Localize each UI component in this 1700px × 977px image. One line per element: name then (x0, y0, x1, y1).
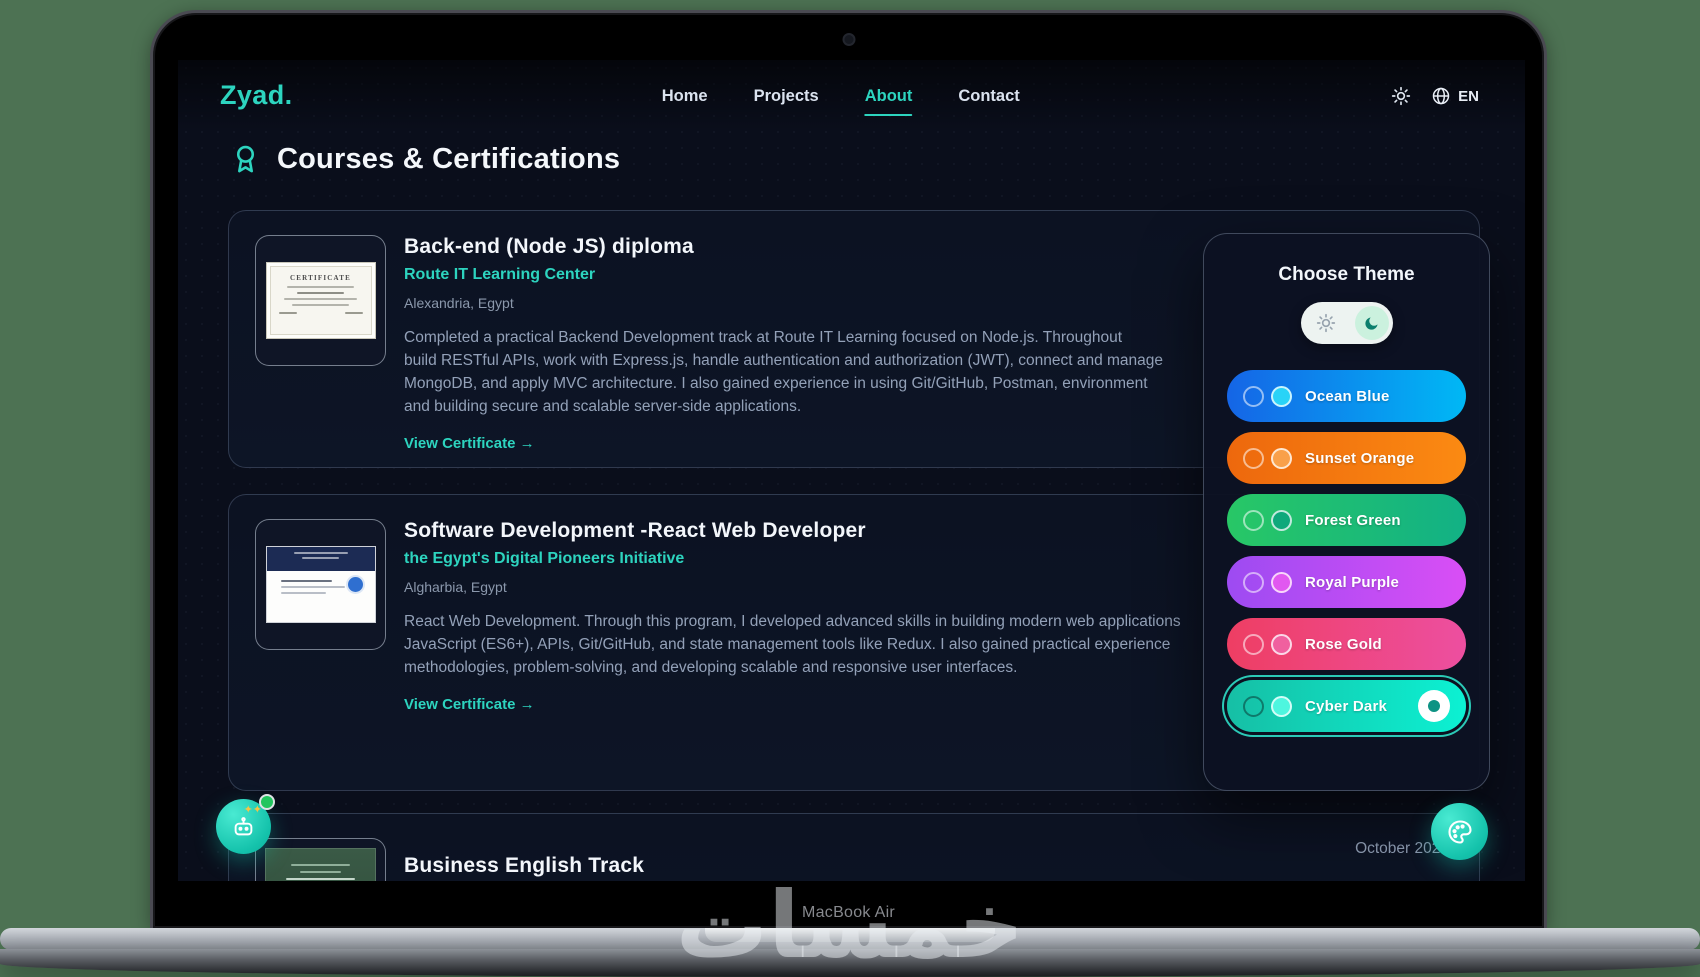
navbar: Zyad. Home Projects About Contact EN (178, 60, 1525, 132)
certificate-image: CERTIFICATE (265, 262, 376, 339)
certificate-thumbnail[interactable] (255, 519, 386, 650)
online-status-dot (259, 794, 275, 810)
theme-option-ocean-blue[interactable]: Ocean Blue (1227, 370, 1466, 422)
nav-link-projects[interactable]: Projects (754, 87, 819, 106)
nav-link-home[interactable]: Home (662, 87, 708, 106)
swatch-outline (1243, 633, 1264, 655)
robot-icon (234, 817, 253, 836)
theme-option-royal-purple[interactable]: Royal Purple (1227, 556, 1466, 608)
swatch-fill (1271, 633, 1292, 655)
swatch-fill (1271, 571, 1292, 593)
nav-links: Home Projects About Contact (662, 60, 1020, 132)
device-label: MacBook Air (801, 904, 896, 921)
certificate-image (265, 546, 376, 623)
theme-panel-title: Choose Theme (1278, 264, 1415, 285)
view-certificate-link[interactable]: View Certificate → (404, 696, 535, 713)
certificate-image (265, 848, 376, 881)
award-ribbon-icon (236, 145, 255, 173)
swatch-outline (1243, 385, 1264, 407)
palette-icon (1448, 819, 1472, 844)
certificate-thumbnail[interactable] (255, 838, 386, 881)
sparkle-icon: ✦✦ (243, 804, 262, 816)
language-label: EN (1458, 87, 1479, 105)
swatch-outline (1243, 571, 1264, 593)
course-title: Business English Track (404, 854, 645, 877)
theme-option-cyber-dark[interactable]: Cyber Dark (1227, 680, 1466, 732)
swatch-outline (1243, 447, 1264, 469)
swatch-fill (1271, 509, 1292, 531)
view-certificate-link[interactable]: View Certificate → (404, 435, 535, 452)
nav-link-contact[interactable]: Contact (958, 87, 1019, 106)
theme-options: Ocean Blue Sunset Orange Forest Green Ro… (1204, 370, 1489, 732)
theme-panel: Choose Theme Ocean Blue Sunset Orange Fo… (1203, 233, 1490, 791)
swatch-fill (1271, 447, 1292, 469)
page-title: Courses & Certifications (277, 143, 621, 175)
theme-option-sunset-orange[interactable]: Sunset Orange (1227, 432, 1466, 484)
globe-icon (1432, 87, 1450, 105)
chat-bot-button[interactable]: ✦✦ (216, 794, 275, 854)
sun-icon[interactable] (1316, 313, 1336, 333)
selected-indicator (1418, 690, 1450, 722)
moon-icon[interactable] (1354, 306, 1389, 340)
theme-picker-button[interactable] (1431, 803, 1488, 860)
sun-icon[interactable] (1391, 86, 1411, 106)
macbook-base (0, 928, 1700, 950)
section-heading: Courses & Certifications (230, 142, 620, 177)
macbook-base-bottom (0, 949, 1700, 977)
page-background: Zyad. Home Projects About Contact EN Cou… (0, 0, 1700, 977)
website-viewport: Zyad. Home Projects About Contact EN Cou… (178, 60, 1525, 881)
swatch-outline (1243, 695, 1264, 717)
light-dark-toggle[interactable] (1300, 302, 1393, 344)
swatch-fill (1271, 695, 1292, 717)
certificate-thumbnail[interactable]: CERTIFICATE (255, 235, 386, 366)
site-logo[interactable]: Zyad. (220, 80, 293, 111)
nav-controls: EN (1391, 60, 1479, 132)
swatch-fill (1271, 385, 1292, 407)
theme-option-rose-gold[interactable]: Rose Gold (1227, 618, 1466, 670)
course-card-english: Business English Track the Egypt's Digit… (228, 813, 1480, 881)
swatch-outline (1243, 509, 1264, 531)
language-switcher[interactable]: EN (1431, 86, 1479, 106)
macbook-base-notch (705, 928, 995, 942)
macbook-screen-shell: Zyad. Home Projects About Contact EN Cou… (150, 10, 1547, 928)
theme-option-forest-green[interactable]: Forest Green (1227, 494, 1466, 546)
nav-link-about[interactable]: About (864, 87, 912, 116)
webcam-dot (844, 35, 853, 44)
